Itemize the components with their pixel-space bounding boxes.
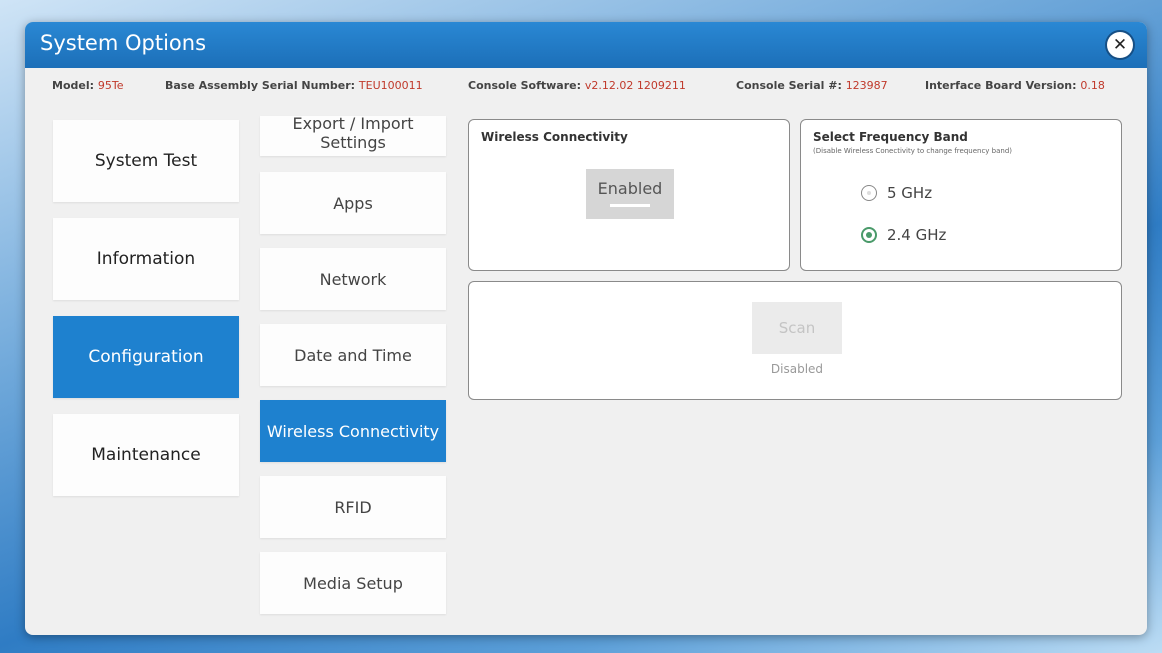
radio-label-5ghz: 5 GHz	[887, 184, 933, 202]
radio-unchecked-icon[interactable]	[861, 185, 877, 201]
frequency-panel: Select Frequency Band (Disable Wireless …	[800, 119, 1122, 271]
radio-option-5ghz[interactable]: 5 GHz	[861, 184, 932, 202]
radio-checked-icon[interactable]	[861, 227, 877, 243]
scan-button[interactable]: Scan	[752, 302, 842, 354]
nav-system-test[interactable]: System Test	[53, 120, 239, 202]
wireless-panel: Wireless Connectivity Enabled	[468, 119, 790, 271]
scan-status: Disabled	[770, 362, 824, 376]
close-icon[interactable]: ✕	[1107, 32, 1133, 58]
console-software-value: v2.12.02 1209211	[584, 79, 686, 92]
nav-configuration[interactable]: Configuration	[53, 316, 239, 398]
subnav-date-and-time[interactable]: Date and Time	[260, 324, 446, 386]
wireless-toggle-label: Enabled	[597, 179, 663, 198]
console-serial-value: 123987	[845, 79, 888, 92]
subnav-export-import[interactable]: Export / Import Settings	[260, 116, 446, 156]
console-software-info: Console Software: v2.12.02 1209211	[468, 79, 686, 92]
frequency-panel-title: Select Frequency Band	[813, 130, 968, 144]
frequency-panel-subtitle: (Disable Wireless Conectivity to change …	[813, 147, 1013, 155]
console-serial-info: Console Serial #: 123987	[736, 79, 888, 92]
wireless-panel-title: Wireless Connectivity	[481, 130, 628, 144]
model-label: Model:	[52, 79, 95, 92]
title-bar: System Options ✕	[25, 22, 1147, 68]
info-bar: Model: 95Te Base Assembly Serial Number:…	[25, 68, 1147, 104]
base-serial-label: Base Assembly Serial Number:	[165, 79, 356, 92]
console-serial-label: Console Serial #:	[736, 79, 842, 92]
window-title: System Options	[40, 31, 207, 55]
wireless-toggle-button[interactable]: Enabled	[586, 169, 674, 219]
toggle-indicator	[610, 204, 650, 207]
interface-board-label: Interface Board Version:	[925, 79, 1077, 92]
subnav-rfid[interactable]: RFID	[260, 476, 446, 538]
scan-panel: Scan Disabled	[468, 281, 1122, 400]
subnav-apps[interactable]: Apps	[260, 172, 446, 234]
system-options-window: System Options ✕ Model: 95Te Base Assemb…	[25, 22, 1147, 635]
nav-information[interactable]: Information	[53, 218, 239, 300]
base-serial-value: TEU100011	[358, 79, 423, 92]
console-software-label: Console Software:	[468, 79, 582, 92]
subnav-network[interactable]: Network	[260, 248, 446, 310]
model-value: 95Te	[97, 79, 124, 92]
interface-board-info: Interface Board Version: 0.18	[925, 79, 1105, 92]
interface-board-value: 0.18	[1080, 79, 1105, 92]
subnav-wireless-connectivity[interactable]: Wireless Connectivity	[260, 400, 446, 462]
radio-option-24ghz[interactable]: 2.4 GHz	[861, 226, 946, 244]
base-serial-info: Base Assembly Serial Number: TEU100011	[165, 79, 423, 92]
radio-label-24ghz: 2.4 GHz	[887, 226, 947, 244]
model-info: Model: 95Te	[52, 79, 123, 92]
nav-maintenance[interactable]: Maintenance	[53, 414, 239, 496]
subnav-media-setup[interactable]: Media Setup	[260, 552, 446, 614]
